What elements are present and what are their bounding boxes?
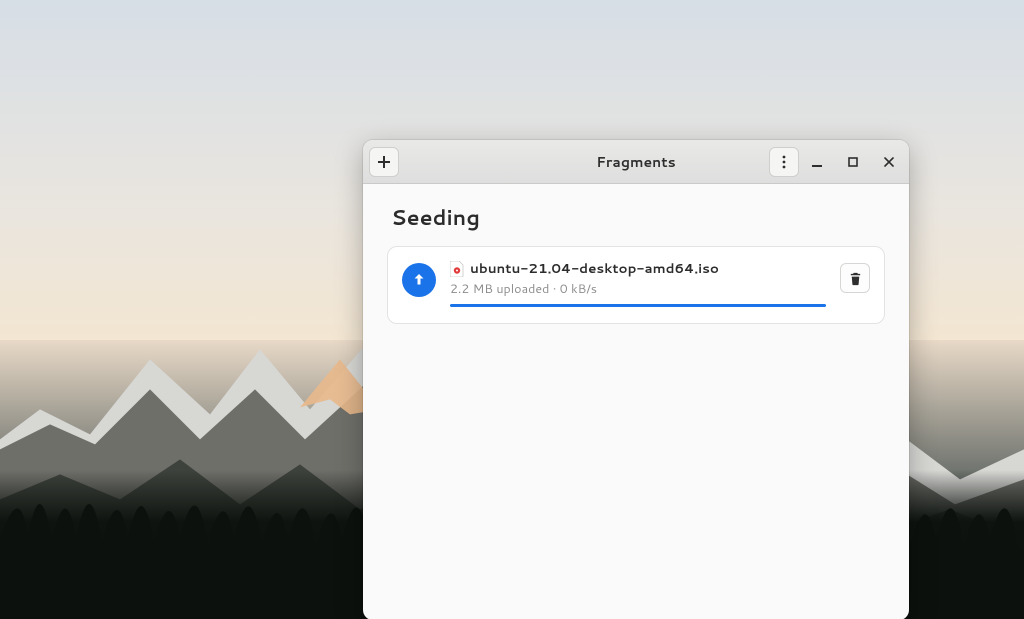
maximize-button[interactable]: [839, 148, 867, 176]
upload-icon: [402, 263, 436, 297]
delete-button[interactable]: [840, 263, 870, 293]
torrent-row[interactable]: ubuntu-21.04-desktop-amd64.iso 2.2 MB up…: [387, 246, 885, 324]
close-button[interactable]: [875, 148, 903, 176]
disc-image-icon: [450, 261, 464, 277]
app-window: Fragments Seeding: [363, 140, 909, 619]
add-button[interactable]: [369, 147, 399, 177]
menu-button[interactable]: [769, 147, 799, 177]
titlebar[interactable]: Fragments: [363, 140, 909, 184]
torrent-status: 2.2 MB uploaded · 0 kB/s: [450, 280, 826, 298]
torrent-filename: ubuntu-21.04-desktop-amd64.iso: [470, 259, 719, 278]
section-heading: Seeding: [391, 202, 881, 232]
progress-bar: [450, 304, 826, 307]
content-area: Seeding ubuntu-21.04-desktop-amd64.iso: [363, 184, 909, 619]
minimize-button[interactable]: [803, 148, 831, 176]
